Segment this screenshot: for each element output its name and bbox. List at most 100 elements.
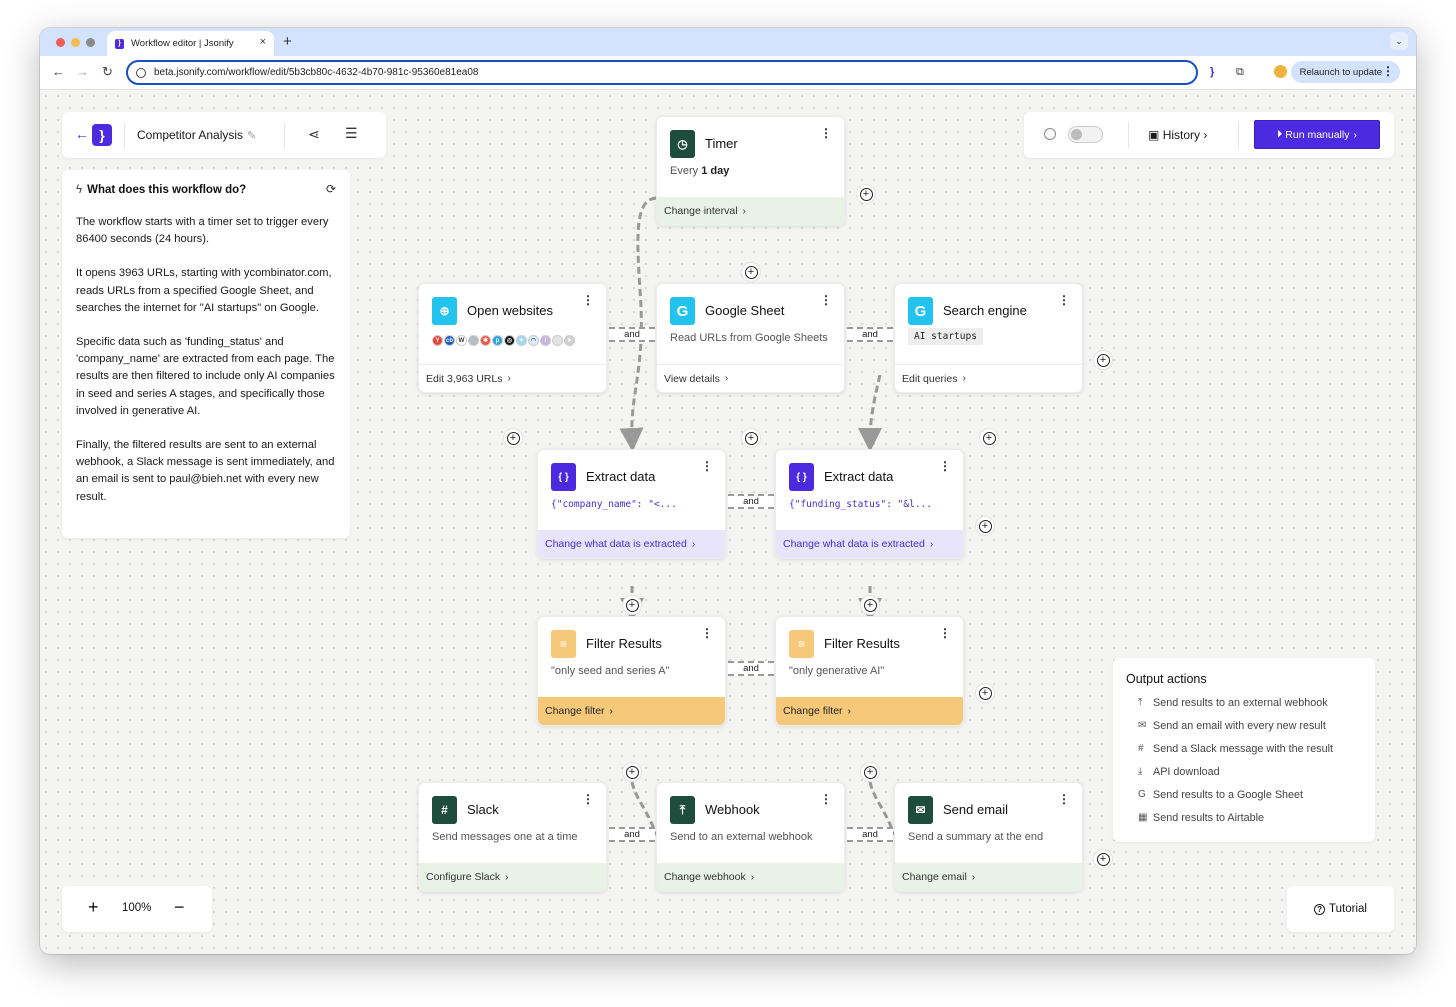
edit-urls-link[interactable]: Edit 3,963 URLs ›: [419, 364, 606, 392]
add-step-button[interactable]: +: [1093, 849, 1113, 869]
maximize-window-button[interactable]: [86, 38, 95, 47]
output-action-item[interactable]: G Send results to a Google Sheet: [1126, 783, 1362, 806]
close-tab-icon[interactable]: ×: [260, 36, 266, 48]
add-step-button[interactable]: +: [1093, 350, 1113, 370]
add-step-button[interactable]: +: [741, 428, 761, 448]
node-webhook[interactable]: ⤒ Webhook ⋮ Send to an external webhook …: [656, 782, 845, 892]
kebab-menu-icon[interactable]: ⋮: [582, 793, 594, 805]
change-filter-link[interactable]: Change filter ›: [538, 697, 725, 725]
site-favicon-icon: [552, 335, 563, 346]
node-slack[interactable]: # Slack ⋮ Send messages one at a time Co…: [418, 782, 607, 892]
run-controls: ▣ History › ⏵ Run manually ›: [1024, 112, 1394, 158]
footer-label: View details: [664, 372, 720, 385]
change-interval-link[interactable]: Change interval ›: [657, 197, 844, 225]
menu-icon[interactable]: ☰: [345, 125, 358, 142]
change-webhook-link[interactable]: Change webhook ›: [657, 863, 844, 891]
kebab-menu-icon[interactable]: ⋮: [582, 294, 594, 306]
node-send-email[interactable]: ✉ Send email ⋮ Send a summary at the end…: [894, 782, 1083, 892]
change-filter-link[interactable]: Change filter ›: [776, 697, 963, 725]
history-button[interactable]: ▣ History ›: [1148, 128, 1207, 142]
chevron-right-icon: ›: [847, 705, 851, 717]
output-action-item[interactable]: ▦ Send results to Airtable: [1126, 806, 1362, 829]
change-extraction-link[interactable]: Change what data is extracted ›: [776, 530, 963, 558]
add-step-button[interactable]: +: [975, 683, 995, 703]
workflow-header: ← } Competitor Analysis ✎ ⋖ ☰: [62, 112, 386, 158]
node-extract-data[interactable]: { } Extract data ⋮ {"company_name": "<..…: [537, 449, 726, 559]
node-search-engine[interactable]: G Search engine ⋮ AI startups Edit queri…: [894, 283, 1083, 393]
node-extract-data[interactable]: { } Extract data ⋮ {"funding_status": "&…: [775, 449, 964, 559]
output-action-item[interactable]: ⤒ Send results to an external webhook: [1126, 691, 1362, 714]
site-favicon-icon: ➤: [564, 335, 575, 346]
site-info-icon[interactable]: [136, 67, 146, 78]
forward-icon[interactable]: →: [76, 64, 89, 79]
new-tab-button[interactable]: +: [283, 33, 292, 50]
browser-menu-icon[interactable]: ⋮: [1382, 64, 1394, 78]
minimize-window-button[interactable]: [71, 38, 80, 47]
kebab-menu-icon[interactable]: ⋮: [701, 627, 713, 639]
relaunch-button[interactable]: Relaunch to update ⋮: [1290, 61, 1400, 83]
output-action-icon: ✉: [1138, 720, 1147, 731]
kebab-menu-icon[interactable]: ⋮: [820, 793, 832, 805]
node-filter-results[interactable]: ≡ Filter Results ⋮ "only seed and series…: [537, 616, 726, 726]
zoom-out-button[interactable]: −: [174, 897, 185, 918]
output-action-item[interactable]: ⤓ API download: [1126, 760, 1362, 783]
add-step-button[interactable]: +: [856, 184, 876, 204]
kebab-menu-icon[interactable]: ⋮: [1058, 793, 1070, 805]
change-extraction-link[interactable]: Change what data is extracted ›: [538, 530, 725, 558]
refresh-icon[interactable]: ⟳: [326, 182, 336, 196]
kebab-menu-icon[interactable]: ⋮: [820, 127, 832, 139]
google-icon: G: [670, 297, 695, 325]
kebab-menu-icon[interactable]: ⋮: [820, 294, 832, 306]
add-step-button[interactable]: +: [622, 595, 642, 615]
chevron-right-icon: ›: [505, 871, 509, 883]
node-timer[interactable]: ◷ Timer ⋮ Every 1 day Change interval ›: [656, 116, 845, 226]
kebab-menu-icon[interactable]: ⋮: [1058, 294, 1070, 306]
site-favicon-icon: [468, 335, 479, 346]
close-window-button[interactable]: [56, 38, 65, 47]
browser-tab[interactable]: } Workflow editor | Jsonify ×: [107, 31, 274, 56]
kebab-menu-icon[interactable]: ⋮: [939, 460, 951, 472]
extract-schema: {"company_name": "<...: [551, 499, 677, 510]
back-icon[interactable]: ←: [75, 126, 89, 142]
back-icon[interactable]: ←: [52, 64, 65, 79]
add-step-button[interactable]: +: [975, 516, 995, 536]
add-step-button[interactable]: +: [860, 595, 880, 615]
node-open-websites[interactable]: ⊕ Open websites ⋮ Ycb W ✱ p ◎ ✦ ◠ / ➤ Edit 3,963…: [418, 283, 607, 393]
and-connector: and: [847, 827, 893, 842]
calendar-icon: ▣: [1148, 128, 1160, 142]
node-filter-results[interactable]: ≡ Filter Results ⋮ "only generative AI" …: [775, 616, 964, 726]
run-manually-button[interactable]: ⏵ Run manually ›: [1254, 120, 1380, 149]
reload-icon[interactable]: ↻: [102, 64, 113, 80]
add-step-button[interactable]: +: [622, 762, 642, 782]
and-connector: and: [728, 494, 774, 509]
add-step-button[interactable]: +: [979, 428, 999, 448]
jsonify-extension-icon[interactable]: }: [1210, 66, 1214, 78]
tab-search-button[interactable]: ⌄: [1390, 32, 1408, 50]
add-step-button[interactable]: +: [503, 428, 523, 448]
schedule-toggle[interactable]: [1068, 126, 1103, 143]
address-bar[interactable]: beta.jsonify.com/workflow/edit/5b3cb80c-…: [126, 60, 1198, 85]
zoom-in-button[interactable]: +: [88, 897, 99, 918]
configure-slack-link[interactable]: Configure Slack ›: [419, 863, 606, 891]
workflow-title[interactable]: Competitor Analysis ✎: [137, 128, 256, 142]
node-body: Send a summary at the end: [908, 831, 1044, 843]
output-action-item[interactable]: ✉ Send an email with every new result: [1126, 714, 1362, 737]
view-details-link[interactable]: View details ›: [657, 364, 844, 392]
profile-avatar[interactable]: [1274, 65, 1287, 78]
edit-queries-link[interactable]: Edit queries ›: [895, 364, 1082, 392]
change-email-link[interactable]: Change email ›: [895, 863, 1082, 891]
kebab-menu-icon[interactable]: ⋮: [939, 627, 951, 639]
node-title: Filter Results: [824, 636, 900, 651]
jsonify-logo[interactable]: }: [92, 124, 112, 146]
pencil-icon[interactable]: ✎: [247, 130, 256, 142]
tutorial-button[interactable]: ? Tutorial: [1287, 886, 1394, 932]
output-action-item[interactable]: # Send a Slack message with the result: [1126, 737, 1362, 760]
add-step-button[interactable]: +: [860, 762, 880, 782]
workflow-canvas[interactable]: ← } Competitor Analysis ✎ ⋖ ☰ ϟ What does…: [40, 90, 1416, 954]
extensions-puzzle-icon[interactable]: ⧉: [1236, 66, 1244, 79]
site-favicon-icon: cb: [444, 335, 455, 346]
kebab-menu-icon[interactable]: ⋮: [701, 460, 713, 472]
add-step-button[interactable]: +: [741, 262, 761, 282]
node-google-sheet[interactable]: G Google Sheet ⋮ Read URLs from Google S…: [656, 283, 845, 393]
share-icon[interactable]: ⋖: [308, 126, 320, 143]
